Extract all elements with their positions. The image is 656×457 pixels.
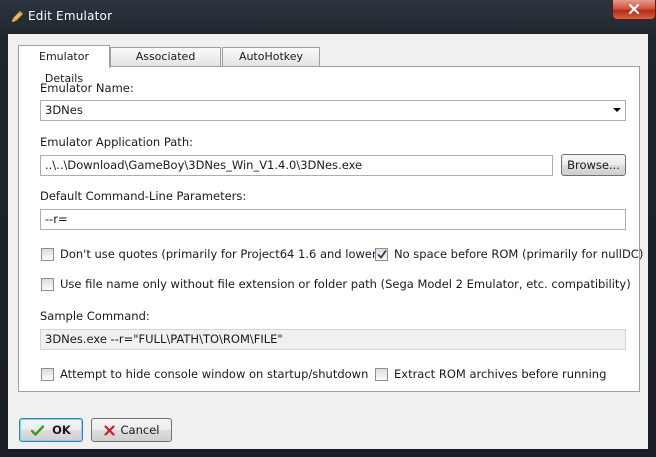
browse-button[interactable]: Browse... [561, 154, 626, 176]
emulator-name-select[interactable]: 3DNes [40, 100, 626, 121]
no-quotes-checkbox[interactable] [41, 248, 54, 261]
tab-emulator-details[interactable]: Emulator Details [18, 45, 110, 85]
no-space-label: No space before ROM (primarily for nullD… [394, 247, 644, 261]
extract-rom-checkbox[interactable] [375, 368, 388, 381]
no-quotes-label: Don't use quotes (primarily for Project6… [60, 247, 382, 261]
tab-associated-platforms[interactable]: Associated Platforms [110, 47, 221, 81]
close-icon [628, 3, 640, 17]
no-space-checkbox[interactable] [375, 248, 388, 261]
hide-console-label: Attempt to hide console window on startu… [60, 367, 369, 381]
hide-console-checkbox[interactable] [41, 368, 54, 381]
emulator-path-label: Emulator Application Path: [40, 135, 193, 149]
extract-rom-label: Extract ROM archives before running [394, 367, 607, 381]
command-line-params-input[interactable]: --r= [40, 209, 626, 230]
edit-emulator-window: Edit Emulator Emulator Details Associate… [0, 0, 656, 457]
emulator-path-input[interactable]: ..\..\Download\GameBoy\3DNes_Win_V1.4.0\… [40, 155, 553, 176]
cancel-x-icon [103, 424, 115, 436]
chevron-down-icon[interactable] [613, 108, 621, 112]
pencil-icon [9, 9, 25, 25]
close-button[interactable] [612, 0, 656, 20]
sample-command-label: Sample Command: [40, 309, 150, 323]
file-name-only-checkbox[interactable] [41, 278, 54, 291]
check-icon [31, 424, 45, 436]
command-line-params-label: Default Command-Line Parameters: [40, 189, 247, 203]
checkmark-icon [377, 249, 387, 259]
ok-button[interactable]: OK [19, 418, 83, 442]
title-bar[interactable]: Edit Emulator [0, 0, 656, 34]
file-name-only-label: Use file name only without file extensio… [60, 277, 631, 291]
cancel-button[interactable]: Cancel [91, 418, 172, 442]
emulator-details-panel: Emulator Name: 3DNes Emulator Applicatio… [18, 66, 644, 392]
dialog-client-area: Emulator Details Associated Platforms Au… [8, 34, 648, 449]
window-title: Edit Emulator [28, 9, 113, 23]
sample-command-display: 3DNes.exe --r="FULL\PATH\TO\ROM\FILE" [40, 329, 626, 350]
tab-autohotkey-script[interactable]: AutoHotkey Script [222, 47, 320, 81]
